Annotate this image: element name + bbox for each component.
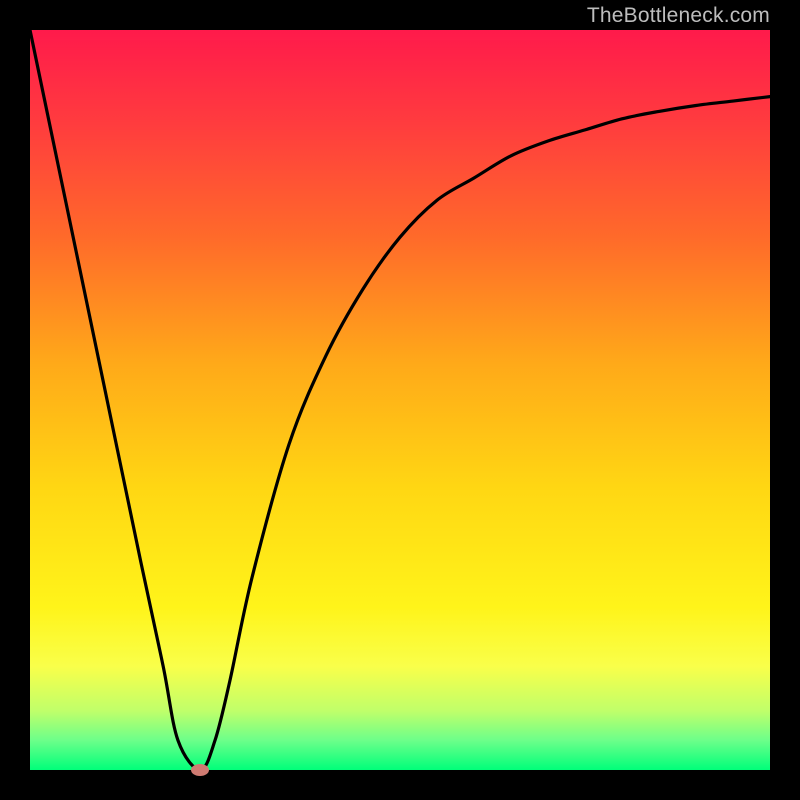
minimum-marker — [191, 764, 209, 776]
watermark-text: TheBottleneck.com — [587, 4, 770, 28]
chart-frame: TheBottleneck.com — [0, 0, 800, 800]
curve-svg — [30, 30, 770, 770]
bottleneck-curve — [30, 30, 770, 770]
plot-area — [30, 30, 770, 770]
